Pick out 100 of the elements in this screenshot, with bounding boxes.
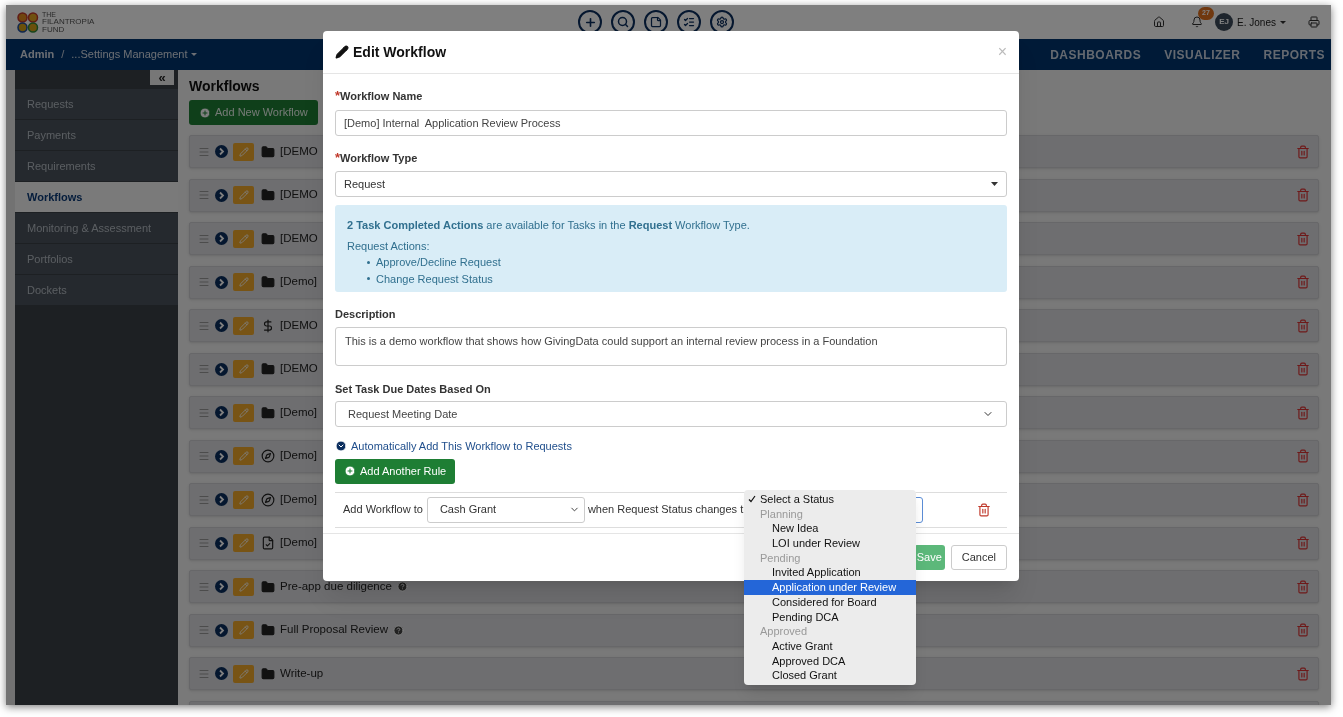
- drag-handle-icon[interactable]: [198, 406, 210, 419]
- trash-icon[interactable]: [1296, 492, 1310, 507]
- edit-button[interactable]: [233, 403, 254, 422]
- trash-icon[interactable]: [1296, 144, 1310, 159]
- help-icon[interactable]: [393, 624, 404, 636]
- sidebar-item[interactable]: Workflows: [15, 182, 178, 213]
- expand-icon[interactable]: [215, 145, 228, 158]
- edit-button[interactable]: [233, 142, 254, 161]
- grant-type-select[interactable]: Cash Grant: [426, 496, 585, 523]
- expand-icon[interactable]: [215, 319, 228, 332]
- trash-icon[interactable]: [1296, 231, 1310, 246]
- menu-option[interactable]: Application under Review: [744, 580, 916, 595]
- drag-handle-icon[interactable]: [198, 276, 210, 288]
- nav-link[interactable]: DASHBOARDS: [1050, 45, 1142, 64]
- menu-option[interactable]: Active Grant: [744, 638, 916, 654]
- trash-icon[interactable]: [1296, 318, 1310, 333]
- bell-icon[interactable]: [1191, 16, 1204, 28]
- user-avatar[interactable]: EJ: [1215, 13, 1234, 31]
- edit-button[interactable]: [233, 229, 254, 248]
- edit-button[interactable]: [233, 316, 254, 335]
- edit-button[interactable]: [233, 360, 254, 378]
- drag-handle-icon[interactable]: [198, 537, 210, 549]
- help-icon[interactable]: [396, 581, 408, 592]
- folder-icon: [261, 231, 275, 246]
- menu-option[interactable]: Invited Application: [744, 565, 916, 581]
- drag-handle-icon[interactable]: [198, 363, 210, 375]
- drag-handle-icon[interactable]: [198, 450, 210, 462]
- folder-icon: [261, 579, 275, 594]
- edit-button[interactable]: [233, 664, 254, 683]
- expand-icon[interactable]: [215, 275, 228, 289]
- trash-icon[interactable]: [1296, 579, 1310, 594]
- trash-icon[interactable]: [977, 502, 991, 517]
- menu-option[interactable]: Pending DCA: [744, 609, 916, 625]
- expand-icon[interactable]: [215, 232, 228, 245]
- add-rule-button[interactable]: Add Another Rule: [335, 458, 456, 484]
- cancel-button[interactable]: Cancel: [950, 545, 1007, 570]
- due-date-select[interactable]: Request Meeting Date: [335, 401, 1007, 427]
- drag-handle-icon[interactable]: [198, 189, 210, 201]
- pencil-icon: [238, 233, 249, 244]
- pencil-icon: [238, 277, 249, 287]
- user-name[interactable]: E. Jones: [1237, 14, 1276, 30]
- expand-icon[interactable]: [215, 188, 228, 202]
- home-icon[interactable]: [1153, 16, 1166, 28]
- edit-button[interactable]: [233, 534, 254, 552]
- menu-option[interactable]: Select a Status: [744, 492, 916, 507]
- expand-icon[interactable]: [215, 623, 228, 637]
- nav-link[interactable]: VISUALIZER: [1164, 45, 1241, 64]
- drag-handle-icon[interactable]: [198, 624, 210, 636]
- dialog-title: Edit Workflow: [353, 42, 447, 62]
- print-icon[interactable]: [1308, 16, 1320, 28]
- expand-icon[interactable]: [215, 362, 228, 376]
- edit-button[interactable]: [233, 577, 254, 596]
- trash-icon[interactable]: [1296, 623, 1310, 637]
- add-workflow-button[interactable]: Add New Workflow: [189, 100, 318, 125]
- menu-option[interactable]: Approved DCA: [744, 653, 916, 669]
- breadcrumb-dropdown[interactable]: ...Settings Management: [71, 46, 198, 63]
- edit-button[interactable]: [233, 273, 254, 291]
- compass-icon: [261, 449, 275, 463]
- menu-option[interactable]: Considered for Board: [744, 594, 916, 610]
- drag-handle-icon[interactable]: [198, 319, 210, 332]
- trash-icon[interactable]: [1296, 188, 1310, 202]
- drag-handle-icon[interactable]: [198, 232, 210, 245]
- menu-option[interactable]: New Idea: [744, 521, 916, 537]
- collapse-button[interactable]: «: [150, 70, 174, 85]
- actions-label: Request Actions:: [347, 238, 431, 254]
- workflow-name: Write-up: [280, 665, 324, 681]
- auto-add-link[interactable]: Automatically Add This Workflow to Requests: [335, 438, 572, 455]
- logo-icon: [17, 11, 39, 33]
- edit-button[interactable]: [233, 490, 254, 509]
- drag-handle-icon[interactable]: [198, 580, 210, 593]
- expand-icon[interactable]: [215, 406, 228, 419]
- drag-handle-icon[interactable]: [198, 145, 210, 158]
- nav-link[interactable]: REPORTS: [1263, 45, 1325, 64]
- edit-button[interactable]: [233, 621, 254, 639]
- trash-icon[interactable]: [1296, 536, 1310, 550]
- drag-handle-icon[interactable]: [198, 493, 210, 506]
- trash-icon[interactable]: [1296, 405, 1310, 420]
- description-field[interactable]: This is a demo workflow that shows how GivingData could support an internal review process in a Foundation: [335, 326, 1007, 366]
- workflow-name-field[interactable]: [Demo] Internal Application Review Process: [335, 109, 1007, 136]
- check-icon: [748, 495, 756, 504]
- edit-button[interactable]: [233, 186, 254, 204]
- menu-option[interactable]: Closed Grant: [744, 668, 916, 683]
- pencil-icon: [238, 494, 249, 505]
- edit-button[interactable]: [233, 447, 254, 465]
- workflow-name: [DEMO: [280, 361, 318, 377]
- expand-icon[interactable]: [215, 493, 228, 506]
- plus-circle-icon: [199, 106, 211, 119]
- menu-option[interactable]: LOI under Review: [744, 536, 916, 551]
- trash-icon[interactable]: [1296, 275, 1310, 289]
- expand-icon[interactable]: [215, 449, 228, 463]
- breadcrumb-root[interactable]: Admin: [20, 46, 55, 63]
- expand-icon[interactable]: [215, 536, 228, 550]
- trash-icon[interactable]: [1296, 362, 1310, 376]
- expand-icon[interactable]: [215, 580, 228, 593]
- field-label: Set Task Due Dates Based On: [335, 381, 491, 397]
- drag-handle-icon[interactable]: [198, 667, 210, 680]
- expand-icon[interactable]: [215, 667, 228, 680]
- workflow-type-select[interactable]: Request: [335, 171, 1007, 197]
- trash-icon[interactable]: [1296, 666, 1310, 681]
- trash-icon[interactable]: [1296, 449, 1310, 463]
